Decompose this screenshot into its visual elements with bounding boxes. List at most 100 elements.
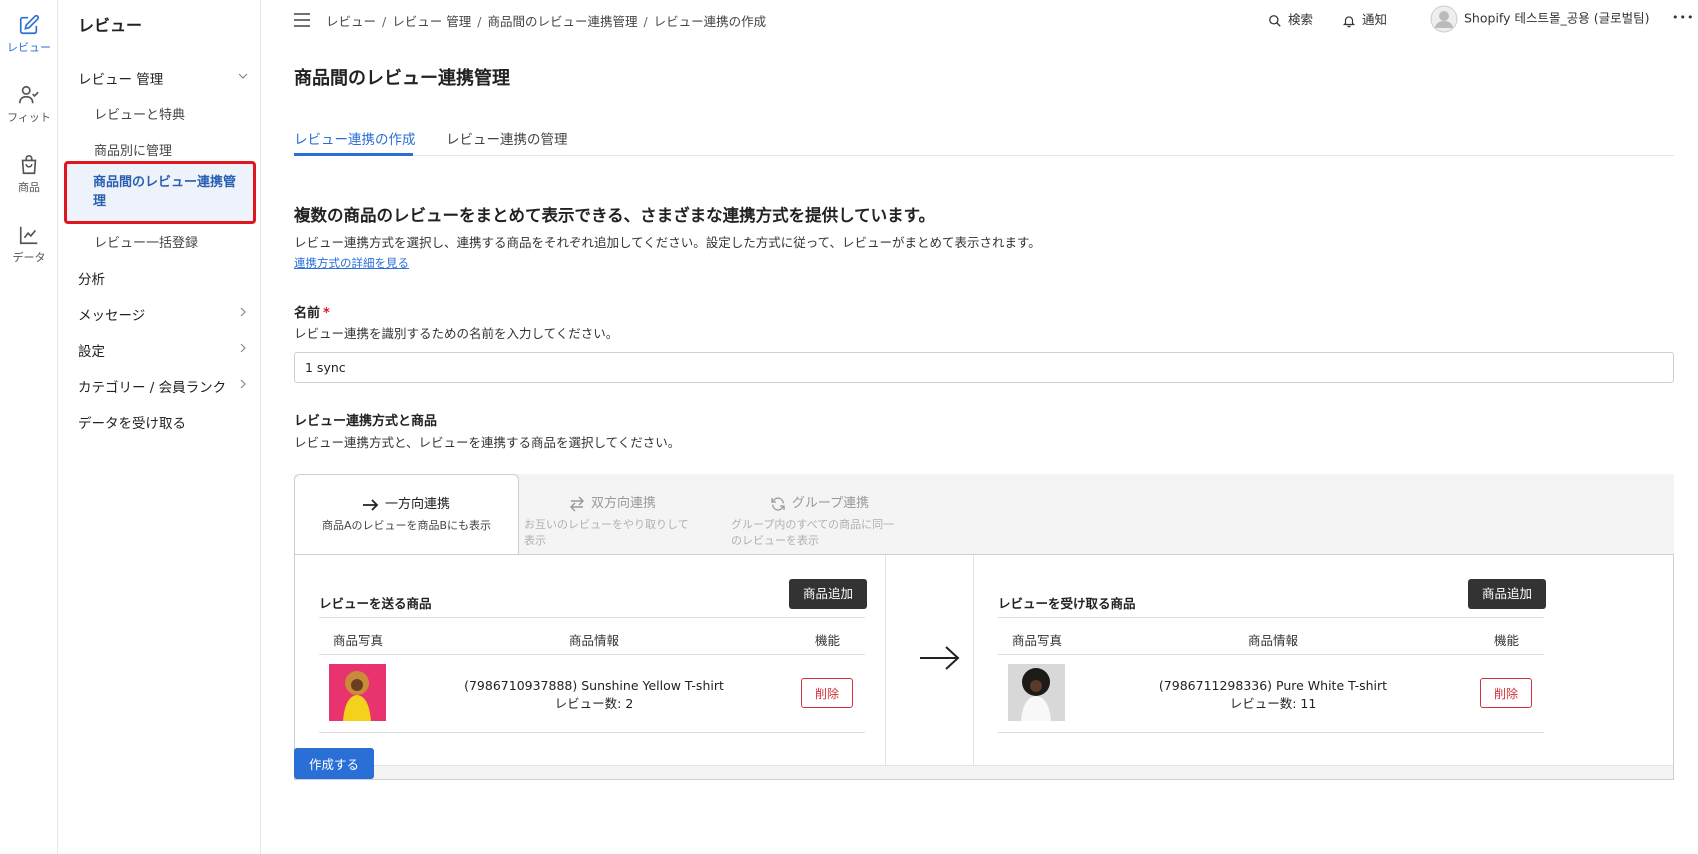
more-menu-button[interactable]: ••• bbox=[1672, 11, 1694, 24]
mode-one-way[interactable]: 一方向連携 商品Aのレビューを商品Bにも表示 bbox=[294, 474, 519, 555]
sidebar-item-label: 商品間のレビュー連携管理 bbox=[93, 175, 237, 209]
panel-divider bbox=[885, 555, 886, 766]
avatar bbox=[1430, 5, 1458, 33]
tab-label: レビュー連携の作成 bbox=[294, 132, 416, 148]
mode-two-way[interactable]: 双方向連携 お互いのレビューをやり取りして表示 bbox=[500, 474, 725, 554]
product-info: (7986710937888) Sunshine Yellow T-shirt … bbox=[429, 677, 759, 713]
column-header: 商品情報 bbox=[1248, 633, 1299, 648]
sidebar-item-bulk-register[interactable]: レビュー一括登録 bbox=[94, 232, 244, 251]
sync-section-help: レビュー連携方式と、レビューを連携する商品を選択してください。 bbox=[294, 435, 681, 450]
breadcrumb-item[interactable]: 商品間のレビュー連携管理 bbox=[487, 14, 637, 29]
notification-label: 通知 bbox=[1362, 12, 1388, 27]
search-button[interactable]: 検索 bbox=[1268, 9, 1313, 28]
sender-panel: レビューを送る商品 商品追加 商品写真 商品情報 機能 (79867109378… bbox=[295, 555, 885, 766]
sidebar-item-messages[interactable]: メッセージ bbox=[78, 304, 248, 324]
column-header: 機能 bbox=[1494, 633, 1520, 648]
breadcrumb: レビュー / レビュー 管理 / 商品間のレビュー連携管理 / レビュー連携の作成 bbox=[326, 14, 767, 29]
mode-group[interactable]: グループ連携 グループ内のすべての商品に同一のレビューを表示 bbox=[707, 474, 932, 554]
page-title: 商品間のレビュー連携管理 bbox=[294, 68, 510, 89]
sidebar-item-by-product[interactable]: 商品別に管理 bbox=[94, 140, 244, 159]
tab-create-sync[interactable]: レビュー連携の作成 bbox=[294, 128, 416, 148]
bell-icon bbox=[1342, 15, 1356, 27]
mode-desc: お互いのレビューをやり取りして表示 bbox=[524, 518, 689, 547]
tab-label: レビュー連携の管理 bbox=[446, 132, 568, 148]
rail-item-review[interactable]: レビュー bbox=[0, 14, 58, 55]
table-row: (7986711298336) Pure White T-shirt レビュー数… bbox=[998, 655, 1544, 733]
sidebar-item-receive-data[interactable]: データを受け取る bbox=[78, 412, 248, 432]
receiver-product-table: 商品写真 商品情報 機能 (7986711298336) Pure White … bbox=[998, 617, 1544, 733]
receiver-panel: レビューを受け取る商品 商品追加 商品写真 商品情報 機能 (798671129… bbox=[974, 555, 1564, 766]
notification-button[interactable]: 通知 bbox=[1342, 9, 1387, 28]
review-count: レビュー数: 2 bbox=[554, 696, 634, 711]
mode-title: グループ連携 bbox=[791, 496, 870, 511]
sync-config-box: 一方向連携 商品Aのレビューを商品Bにも表示 双方向連携 お互いのレビューをやり… bbox=[294, 474, 1674, 780]
product-name: (7986711298336) Pure White T-shirt bbox=[1158, 678, 1388, 693]
receiver-panel-title: レビューを受け取る商品 bbox=[998, 596, 1136, 611]
breadcrumb-item[interactable]: レビュー bbox=[326, 14, 376, 29]
mode-desc: グループ内のすべての商品に同一のレビューを表示 bbox=[731, 518, 895, 547]
required-mark: * bbox=[323, 306, 330, 321]
sidebar-title: レビュー bbox=[78, 16, 143, 35]
sidebar-item-analytics[interactable]: 分析 bbox=[78, 268, 248, 288]
tab-bar: レビュー連携の作成 レビュー連携の管理 bbox=[294, 116, 1674, 156]
mode-desc: 商品Aのレビューを商品Bにも表示 bbox=[321, 519, 492, 532]
rail-item-products[interactable]: 商品 bbox=[0, 154, 58, 195]
sidebar-item-label: レビュー 管理 bbox=[78, 72, 164, 88]
active-tab-indicator bbox=[294, 153, 413, 156]
chevron-down-icon bbox=[238, 73, 248, 79]
sync-products-area: レビューを送る商品 商品追加 商品写真 商品情報 機能 (79867109378… bbox=[294, 554, 1674, 780]
name-input[interactable] bbox=[294, 352, 1674, 383]
delete-receiver-product-button[interactable]: 削除 bbox=[1480, 678, 1532, 708]
chevron-right-icon bbox=[240, 379, 246, 389]
account-menu[interactable]: Shopify 테스트몰_공용 (글로벌팀) bbox=[1430, 5, 1649, 33]
sidebar-item-reviews-rewards[interactable]: レビューと特典 bbox=[94, 104, 244, 123]
search-label: 検索 bbox=[1288, 12, 1314, 27]
breadcrumb-item[interactable]: レビュー 管理 bbox=[392, 14, 471, 29]
table-row: (7986710937888) Sunshine Yellow T-shirt … bbox=[319, 655, 865, 733]
icon-rail: レビュー フィット 商品 データ bbox=[0, 0, 58, 854]
swap-arrows-icon bbox=[569, 495, 585, 512]
sidebar-item-label: カテゴリー / 会員ランク bbox=[78, 380, 227, 396]
sidebar-item-label: 設定 bbox=[78, 344, 105, 360]
product-info: (7986711298336) Pure White T-shirt レビュー数… bbox=[1108, 677, 1438, 713]
edit-icon bbox=[19, 14, 40, 35]
refresh-icon bbox=[771, 496, 785, 511]
arrow-right-icon bbox=[362, 498, 379, 511]
mode-title: 双方向連携 bbox=[590, 496, 656, 511]
sidebar-item-category-rank[interactable]: カテゴリー / 会員ランク bbox=[78, 376, 248, 396]
tab-manage-sync[interactable]: レビュー連携の管理 bbox=[446, 128, 568, 148]
shopping-bag-icon bbox=[21, 155, 37, 175]
menu-icon[interactable] bbox=[294, 13, 310, 27]
add-sender-product-button[interactable]: 商品追加 bbox=[789, 579, 868, 609]
rail-label: データ bbox=[12, 251, 46, 264]
breadcrumb-item: レビュー連携の作成 bbox=[653, 14, 767, 29]
rail-item-data[interactable]: データ bbox=[0, 224, 58, 265]
sender-product-table: 商品写真 商品情報 機能 (7986710937888) Sunshine Ye… bbox=[319, 617, 865, 733]
sidebar-item-review-management[interactable]: レビュー 管理 bbox=[78, 68, 248, 88]
chevron-right-icon bbox=[240, 343, 246, 353]
intro-heading: 複数の商品のレビューをまとめて表示できる、さまざまな連携方式を提供しています。 bbox=[294, 206, 936, 225]
add-receiver-product-button[interactable]: 商品追加 bbox=[1468, 579, 1547, 609]
product-name: (7986710937888) Sunshine Yellow T-shirt bbox=[464, 678, 724, 693]
sync-mode-selector: 一方向連携 商品Aのレビューを商品Bにも表示 双方向連携 お互いのレビューをやり… bbox=[294, 474, 1674, 555]
sidebar-item-settings[interactable]: 設定 bbox=[78, 340, 248, 360]
product-photo-yellow-shirt bbox=[329, 664, 386, 721]
rail-label: 商品 bbox=[18, 181, 40, 194]
user-check-icon bbox=[19, 85, 39, 104]
sidebar-item-review-sync[interactable]: 商品間のレビュー連携管理 bbox=[64, 161, 256, 224]
column-header: 商品写真 bbox=[1012, 633, 1063, 648]
table-header: 商品写真 商品情報 機能 bbox=[319, 617, 865, 655]
name-field-help: レビュー連携を識別するための名前を入力してください。 bbox=[294, 326, 619, 341]
product-photo-white-shirt bbox=[1008, 664, 1065, 721]
intro-text: レビュー連携方式を選択し、連携する商品をそれぞれ追加してください。設定した方式に… bbox=[294, 235, 1041, 250]
rail-item-fit[interactable]: フィット bbox=[0, 84, 58, 125]
rail-label: フィット bbox=[7, 111, 51, 124]
rail-label: レビュー bbox=[7, 41, 51, 54]
sync-section-label: レビュー連携方式と商品 bbox=[294, 414, 438, 429]
account-name: Shopify 테스트몰_공용 (글로벌팀) bbox=[1464, 10, 1650, 26]
delete-sender-product-button[interactable]: 削除 bbox=[801, 678, 853, 708]
create-button[interactable]: 作成する bbox=[294, 748, 375, 779]
sender-panel-title: レビューを送る商品 bbox=[319, 596, 432, 611]
sync-details-link[interactable]: 連携方式の詳細を見る bbox=[294, 255, 409, 271]
name-field-label: 名前 * bbox=[294, 306, 330, 321]
